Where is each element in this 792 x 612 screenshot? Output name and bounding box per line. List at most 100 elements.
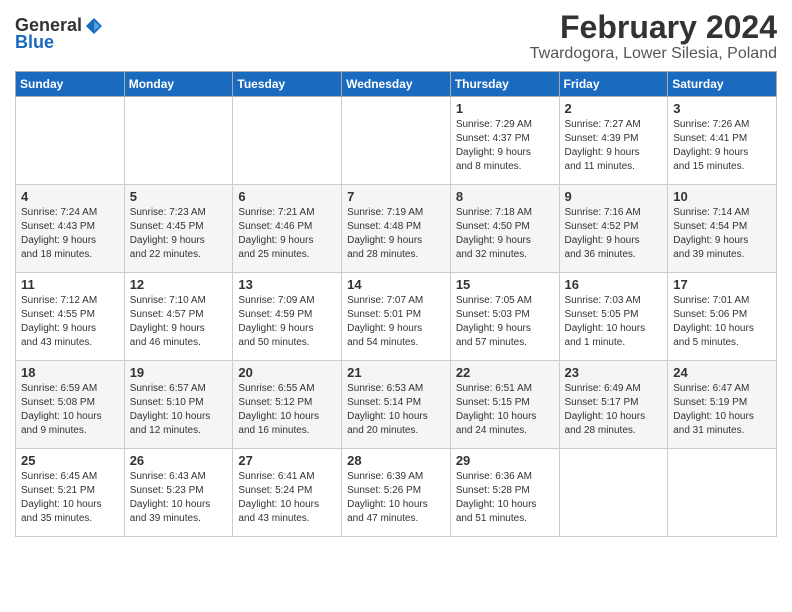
header-row: Sunday Monday Tuesday Wednesday Thursday… (16, 72, 777, 97)
calendar-cell: 5Sunrise: 7:23 AM Sunset: 4:45 PM Daylig… (124, 185, 233, 273)
calendar-cell: 8 Sunrise: 7:18 AM Sunset: 4:50 PM Daylig… (450, 185, 559, 273)
day-info: Sunrise: 6:45 AM Sunset: 5:21 PM Dayligh… (21, 470, 119, 526)
calendar-cell: 25Sunrise: 6:45 AM Sunset: 5:21 PM Dayli… (16, 449, 125, 537)
day-number: 1 (456, 101, 554, 116)
day-info: Sunrise: 6:47 AM Sunset: 5:19 PM Dayligh… (673, 382, 771, 438)
calendar-week-3: 11 Sunrise: 7:12 AM Sunset: 4:55 PM Dayli… (16, 273, 777, 361)
calendar-cell: 15 Sunrise: 7:05 AM Sunset: 5:03 PM Dayli… (450, 273, 559, 361)
calendar-cell: 27 Sunrise: 6:41 AM Sunset: 5:24 PM Dayli… (233, 449, 342, 537)
logo-blue-text: Blue (15, 32, 54, 53)
title-block: February 2024 Twardogora, Lower Silesia,… (530, 10, 777, 63)
calendar-cell: 13 Sunrise: 7:09 AM Sunset: 4:59 PM Dayli… (233, 273, 342, 361)
calendar-cell: 7 Sunrise: 7:19 AM Sunset: 4:48 PM Daylig… (342, 185, 451, 273)
calendar-cell: 23Sunrise: 6:49 AM Sunset: 5:17 PM Dayli… (559, 361, 668, 449)
day-number: 16 (565, 277, 663, 292)
calendar-cell: 29 Sunrise: 6:36 AM Sunset: 5:28 PM Dayli… (450, 449, 559, 537)
day-info: Sunrise: 6:53 AM Sunset: 5:14 PM Dayligh… (347, 382, 445, 438)
header-saturday: Saturday (668, 72, 777, 97)
calendar-cell: 18 Sunrise: 6:59 AM Sunset: 5:08 PM Dayli… (16, 361, 125, 449)
day-number: 10 (673, 189, 771, 204)
day-number: 7 (347, 189, 445, 204)
calendar-cell: 19Sunrise: 6:57 AM Sunset: 5:10 PM Dayli… (124, 361, 233, 449)
day-info: Sunrise: 7:03 AM Sunset: 5:05 PM Dayligh… (565, 294, 663, 350)
day-info: Sunrise: 7:16 AM Sunset: 4:52 PM Dayligh… (565, 206, 663, 262)
day-info: Sunrise: 7:09 AM Sunset: 4:59 PM Dayligh… (238, 294, 336, 350)
day-info: Sunrise: 7:14 AM Sunset: 4:54 PM Dayligh… (673, 206, 771, 262)
day-number: 11 (21, 277, 119, 292)
calendar-cell: 2 Sunrise: 7:27 AM Sunset: 4:39 PM Daylig… (559, 97, 668, 185)
main-title: February 2024 (530, 10, 777, 45)
day-info: Sunrise: 7:07 AM Sunset: 5:01 PM Dayligh… (347, 294, 445, 350)
calendar-cell: 9 Sunrise: 7:16 AM Sunset: 4:52 PM Daylig… (559, 185, 668, 273)
calendar-cell: 21 Sunrise: 6:53 AM Sunset: 5:14 PM Dayli… (342, 361, 451, 449)
calendar-cell: 6Sunrise: 7:21 AM Sunset: 4:46 PM Daylig… (233, 185, 342, 273)
calendar-cell (124, 97, 233, 185)
header-tuesday: Tuesday (233, 72, 342, 97)
day-info: Sunrise: 7:27 AM Sunset: 4:39 PM Dayligh… (565, 118, 663, 174)
day-number: 13 (238, 277, 336, 292)
logo: General Blue (15, 10, 104, 53)
day-info: Sunrise: 6:43 AM Sunset: 5:23 PM Dayligh… (130, 470, 228, 526)
calendar-header: Sunday Monday Tuesday Wednesday Thursday… (16, 72, 777, 97)
day-number: 22 (456, 365, 554, 380)
header: General Blue February 2024 Twardogora, L… (15, 10, 777, 63)
calendar-cell: 11 Sunrise: 7:12 AM Sunset: 4:55 PM Dayli… (16, 273, 125, 361)
day-info: Sunrise: 6:41 AM Sunset: 5:24 PM Dayligh… (238, 470, 336, 526)
day-number: 8 (456, 189, 554, 204)
day-number: 12 (130, 277, 228, 292)
calendar-cell: 28 Sunrise: 6:39 AM Sunset: 5:26 PM Dayli… (342, 449, 451, 537)
calendar-cell: 12 Sunrise: 7:10 AM Sunset: 4:57 PM Dayli… (124, 273, 233, 361)
day-number: 28 (347, 453, 445, 468)
calendar-cell (233, 97, 342, 185)
calendar-cell (16, 97, 125, 185)
day-info: Sunrise: 7:24 AM Sunset: 4:43 PM Dayligh… (21, 206, 119, 262)
day-number: 18 (21, 365, 119, 380)
calendar-cell: 16 Sunrise: 7:03 AM Sunset: 5:05 PM Dayli… (559, 273, 668, 361)
day-number: 15 (456, 277, 554, 292)
day-info: Sunrise: 7:19 AM Sunset: 4:48 PM Dayligh… (347, 206, 445, 262)
calendar-cell: 22 Sunrise: 6:51 AM Sunset: 5:15 PM Dayli… (450, 361, 559, 449)
sub-title: Twardogora, Lower Silesia, Poland (530, 45, 777, 63)
logo-icon (84, 16, 104, 36)
day-number: 17 (673, 277, 771, 292)
day-info: Sunrise: 7:05 AM Sunset: 5:03 PM Dayligh… (456, 294, 554, 350)
header-thursday: Thursday (450, 72, 559, 97)
calendar-cell: 1Sunrise: 7:29 AM Sunset: 4:37 PM Daylig… (450, 97, 559, 185)
calendar-cell: 24 Sunrise: 6:47 AM Sunset: 5:19 PM Dayli… (668, 361, 777, 449)
calendar-week-1: 1Sunrise: 7:29 AM Sunset: 4:37 PM Daylig… (16, 97, 777, 185)
day-number: 3 (673, 101, 771, 116)
day-number: 26 (130, 453, 228, 468)
day-number: 29 (456, 453, 554, 468)
day-info: Sunrise: 6:59 AM Sunset: 5:08 PM Dayligh… (21, 382, 119, 438)
calendar-week-4: 18 Sunrise: 6:59 AM Sunset: 5:08 PM Dayli… (16, 361, 777, 449)
day-number: 20 (238, 365, 336, 380)
day-number: 27 (238, 453, 336, 468)
day-info: Sunrise: 6:36 AM Sunset: 5:28 PM Dayligh… (456, 470, 554, 526)
day-info: Sunrise: 7:01 AM Sunset: 5:06 PM Dayligh… (673, 294, 771, 350)
day-number: 5 (130, 189, 228, 204)
day-number: 24 (673, 365, 771, 380)
day-number: 14 (347, 277, 445, 292)
calendar-cell (668, 449, 777, 537)
calendar-cell: 4 Sunrise: 7:24 AM Sunset: 4:43 PM Daylig… (16, 185, 125, 273)
calendar-cell (559, 449, 668, 537)
day-info: Sunrise: 6:51 AM Sunset: 5:15 PM Dayligh… (456, 382, 554, 438)
day-number: 21 (347, 365, 445, 380)
day-number: 6 (238, 189, 336, 204)
header-friday: Friday (559, 72, 668, 97)
day-number: 9 (565, 189, 663, 204)
day-number: 23 (565, 365, 663, 380)
calendar-cell (342, 97, 451, 185)
day-info: Sunrise: 7:10 AM Sunset: 4:57 PM Dayligh… (130, 294, 228, 350)
day-info: Sunrise: 7:18 AM Sunset: 4:50 PM Dayligh… (456, 206, 554, 262)
day-info: Sunrise: 7:12 AM Sunset: 4:55 PM Dayligh… (21, 294, 119, 350)
calendar-cell: 17 Sunrise: 7:01 AM Sunset: 5:06 PM Dayli… (668, 273, 777, 361)
calendar-cell: 10 Sunrise: 7:14 AM Sunset: 4:54 PM Dayli… (668, 185, 777, 273)
calendar-table: Sunday Monday Tuesday Wednesday Thursday… (15, 71, 777, 537)
day-number: 2 (565, 101, 663, 116)
day-info: Sunrise: 6:55 AM Sunset: 5:12 PM Dayligh… (238, 382, 336, 438)
calendar-cell: 14 Sunrise: 7:07 AM Sunset: 5:01 PM Dayli… (342, 273, 451, 361)
day-number: 4 (21, 189, 119, 204)
calendar-cell: 20 Sunrise: 6:55 AM Sunset: 5:12 PM Dayli… (233, 361, 342, 449)
day-info: Sunrise: 6:39 AM Sunset: 5:26 PM Dayligh… (347, 470, 445, 526)
